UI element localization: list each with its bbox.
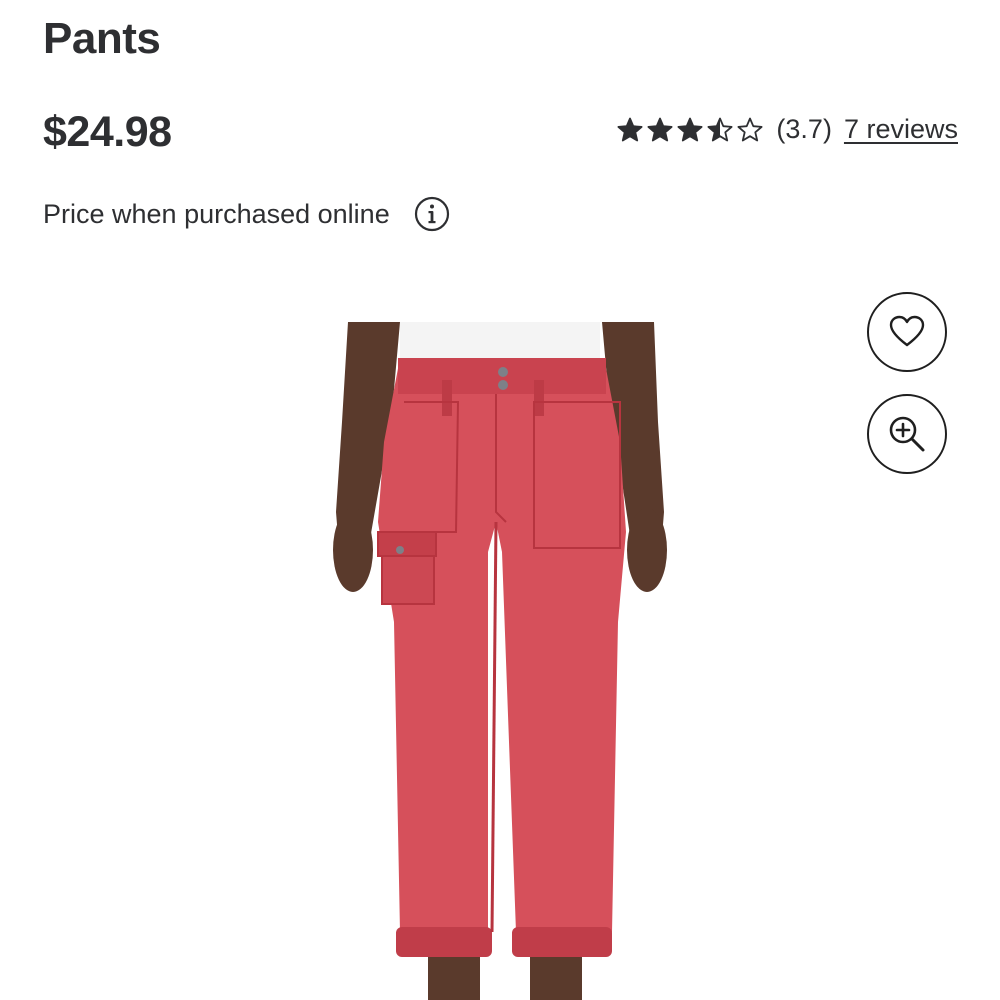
heart-icon <box>887 312 927 352</box>
star-filled-icon <box>677 117 703 141</box>
star-rating <box>616 116 764 144</box>
rating-value: (3.7) <box>776 114 832 144</box>
pants-illustration <box>333 322 667 1000</box>
favorite-button[interactable] <box>867 292 947 372</box>
reviews-link[interactable]: 7 reviews <box>844 114 958 145</box>
price-note-text: Price when purchased online <box>43 198 390 229</box>
rating-summary: (3.7) 7 reviews <box>616 114 958 145</box>
product-page: Pants $24.98 (3.7) 7 reviews Price when … <box>0 0 1000 1000</box>
zoom-in-icon <box>887 414 927 454</box>
price-note: Price when purchased online <box>43 196 450 232</box>
info-icon[interactable] <box>414 196 450 232</box>
product-price: $24.98 <box>43 108 172 156</box>
star-filled-icon <box>647 117 673 141</box>
star-filled-icon <box>617 117 643 141</box>
star-half-icon <box>707 117 733 141</box>
product-title: Pants <box>43 14 161 63</box>
product-image[interactable] <box>320 322 680 1000</box>
zoom-button[interactable] <box>867 394 947 474</box>
star-empty-icon <box>737 117 763 141</box>
